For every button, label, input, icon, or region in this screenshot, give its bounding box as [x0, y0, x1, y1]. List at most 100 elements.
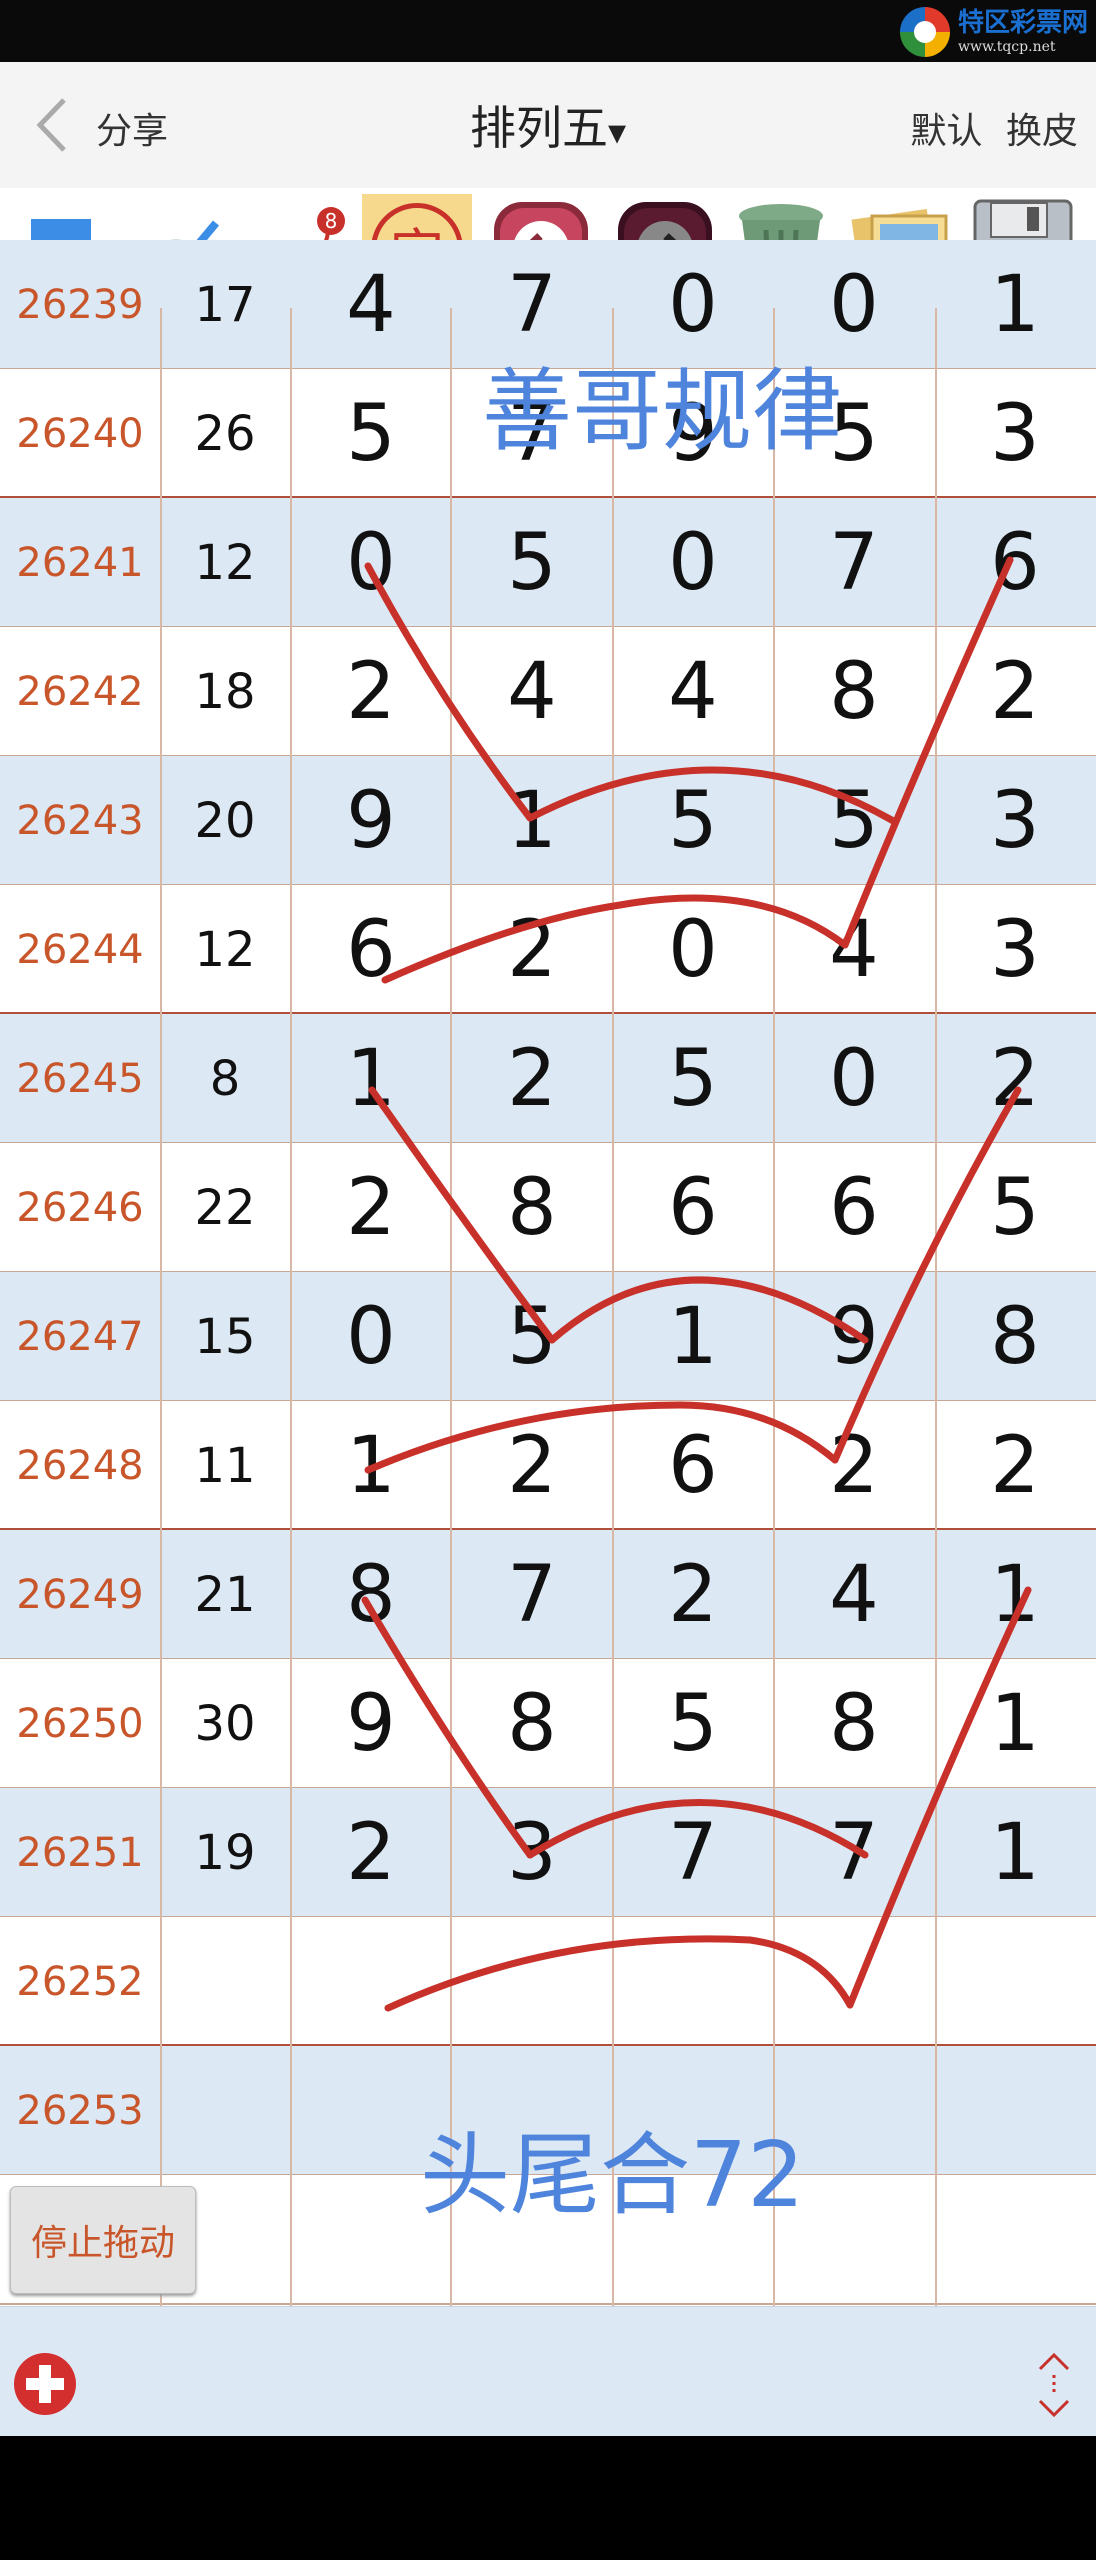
digit-cell: 2 [507, 904, 557, 995]
digit-sum: 30 [194, 1695, 256, 1752]
digit-cell: 2 [507, 1033, 557, 1124]
table-row: 26241 12 0 5 0 7 6 [0, 498, 1096, 627]
digit-cell: 4 [829, 1549, 879, 1640]
digit-sum: 8 [209, 1050, 241, 1107]
digit-cell [784, 2046, 924, 2175]
default-button[interactable]: 默认 [911, 111, 983, 152]
digit-cell [945, 2046, 1085, 2175]
digit-cell: 8 [346, 1549, 396, 1640]
digit-cell: 1 [668, 1291, 718, 1382]
digit-cell [784, 1917, 924, 2046]
column-divider [935, 308, 937, 2306]
digit-cell: 5 [829, 775, 879, 866]
digit-cell: 5 [668, 1033, 718, 1124]
digit-cell: 8 [507, 1162, 557, 1253]
digit-cell: 2 [346, 1162, 396, 1253]
digit-cell: 8 [829, 646, 879, 737]
digit-cell [301, 1917, 441, 2046]
table-row: 26247 15 0 5 1 9 8 [0, 1272, 1096, 1401]
digit-sum [160, 2046, 290, 2175]
issue-number: 26241 [16, 539, 144, 586]
digit-cell: 6 [668, 1420, 718, 1511]
digit-cell: 2 [829, 1420, 879, 1511]
digit-sum: 20 [194, 792, 256, 849]
logo-text: 特区彩票网 [957, 8, 1088, 38]
table-row: 26244 12 6 2 0 4 3 [0, 885, 1096, 1014]
table-row: 26249 21 8 7 2 4 1 [0, 1530, 1096, 1659]
digit-cell: 2 [507, 1420, 557, 1511]
digit-sum [160, 1917, 290, 2046]
issue-number: 26245 [16, 1055, 144, 1102]
digit-cell: 7 [668, 1807, 718, 1898]
annotation-bottom-text: 头尾合72 [420, 2123, 805, 2228]
digit-sum: 12 [194, 534, 256, 591]
digit-cell: 1 [507, 775, 557, 866]
digit-sum: 15 [194, 1308, 256, 1365]
plus-circle-icon[interactable] [12, 2351, 78, 2417]
issue-number: 26240 [16, 410, 144, 457]
digit-cell: 1 [346, 1033, 396, 1124]
site-logo: 特区彩票网 www.tqcp.net [899, 4, 1088, 60]
column-divider [160, 308, 162, 2306]
annotation-top-text: 善哥规律 [482, 359, 842, 464]
vertical-arrows-icon[interactable] [1032, 2347, 1076, 2423]
digit-cell: 3 [990, 388, 1040, 479]
stop-drag-button[interactable]: 停止拖动 [10, 2186, 196, 2294]
digit-cell: 7 [829, 517, 879, 608]
digit-cell [945, 1917, 1085, 2046]
row-divider [0, 2303, 1096, 2305]
table-row: 26242 18 2 4 4 8 2 [0, 627, 1096, 756]
column-divider [290, 308, 292, 2306]
change-skin-button[interactable]: 换皮 [1006, 111, 1078, 152]
digit-cell: 1 [990, 1549, 1040, 1640]
digit-cell: 9 [829, 1291, 879, 1382]
digit-sum: 11 [194, 1437, 256, 1494]
issue-number: 26250 [16, 1700, 144, 1747]
digit-cell: 2 [990, 1033, 1040, 1124]
digit-cell: 2 [990, 646, 1040, 737]
table-row: 26250 30 9 8 5 8 1 [0, 1659, 1096, 1788]
issue-number: 26243 [16, 797, 144, 844]
digit-cell: 5 [668, 1678, 718, 1769]
issue-number: 26249 [16, 1571, 144, 1618]
column-divider [450, 308, 452, 2306]
header-actions: 默认 换皮 [911, 102, 1078, 154]
issue-number: 26247 [16, 1313, 144, 1360]
digit-cell: 8 [829, 1678, 879, 1769]
digit-cell: 6 [990, 517, 1040, 608]
digit-cell: 4 [829, 904, 879, 995]
digit-cell: 1 [990, 1678, 1040, 1769]
bottom-bar [0, 2306, 1096, 2437]
digit-cell: 6 [346, 904, 396, 995]
digit-cell: 1 [990, 1807, 1040, 1898]
table-row: 26246 22 2 8 6 6 5 [0, 1143, 1096, 1272]
digit-cell [945, 2175, 1085, 2304]
digit-cell [623, 1917, 763, 2046]
digit-cell: 2 [990, 1420, 1040, 1511]
digit-cell: 5 [346, 388, 396, 479]
digit-cell: 0 [829, 1033, 879, 1124]
issue-number: 26246 [16, 1184, 144, 1231]
issue-number: 26244 [16, 926, 144, 973]
digit-cell: 5 [507, 1291, 557, 1382]
logo-url: www.tqcp.net [957, 39, 1056, 55]
issue-number: 26239 [16, 281, 144, 328]
table-row: 26248 11 1 2 6 2 2 [0, 1401, 1096, 1530]
digit-cell: 5 [668, 775, 718, 866]
digit-cell: 6 [668, 1162, 718, 1253]
digit-sum: 17 [194, 276, 256, 333]
page-title-text: 排列五 [469, 101, 608, 155]
digit-sum: 19 [194, 1824, 256, 1881]
issue-number: 26242 [16, 668, 144, 715]
digit-cell: 3 [990, 904, 1040, 995]
lottery-table: 26239 17 4 7 0 0 1 26240 26 5 7 9 5 3 26241 12 0 5 0 7 6 2624… [0, 240, 1096, 2306]
digit-cell: 3 [507, 1807, 557, 1898]
issue-number: 26253 [16, 2087, 144, 2134]
digit-cell: 4 [346, 259, 396, 350]
digit-cell: 3 [990, 775, 1040, 866]
digit-cell: 0 [668, 904, 718, 995]
table-row: 26243 20 9 1 5 5 3 [0, 756, 1096, 885]
digit-cell: 4 [668, 646, 718, 737]
digit-cell: 7 [829, 1807, 879, 1898]
digit-cell [462, 1917, 602, 2046]
